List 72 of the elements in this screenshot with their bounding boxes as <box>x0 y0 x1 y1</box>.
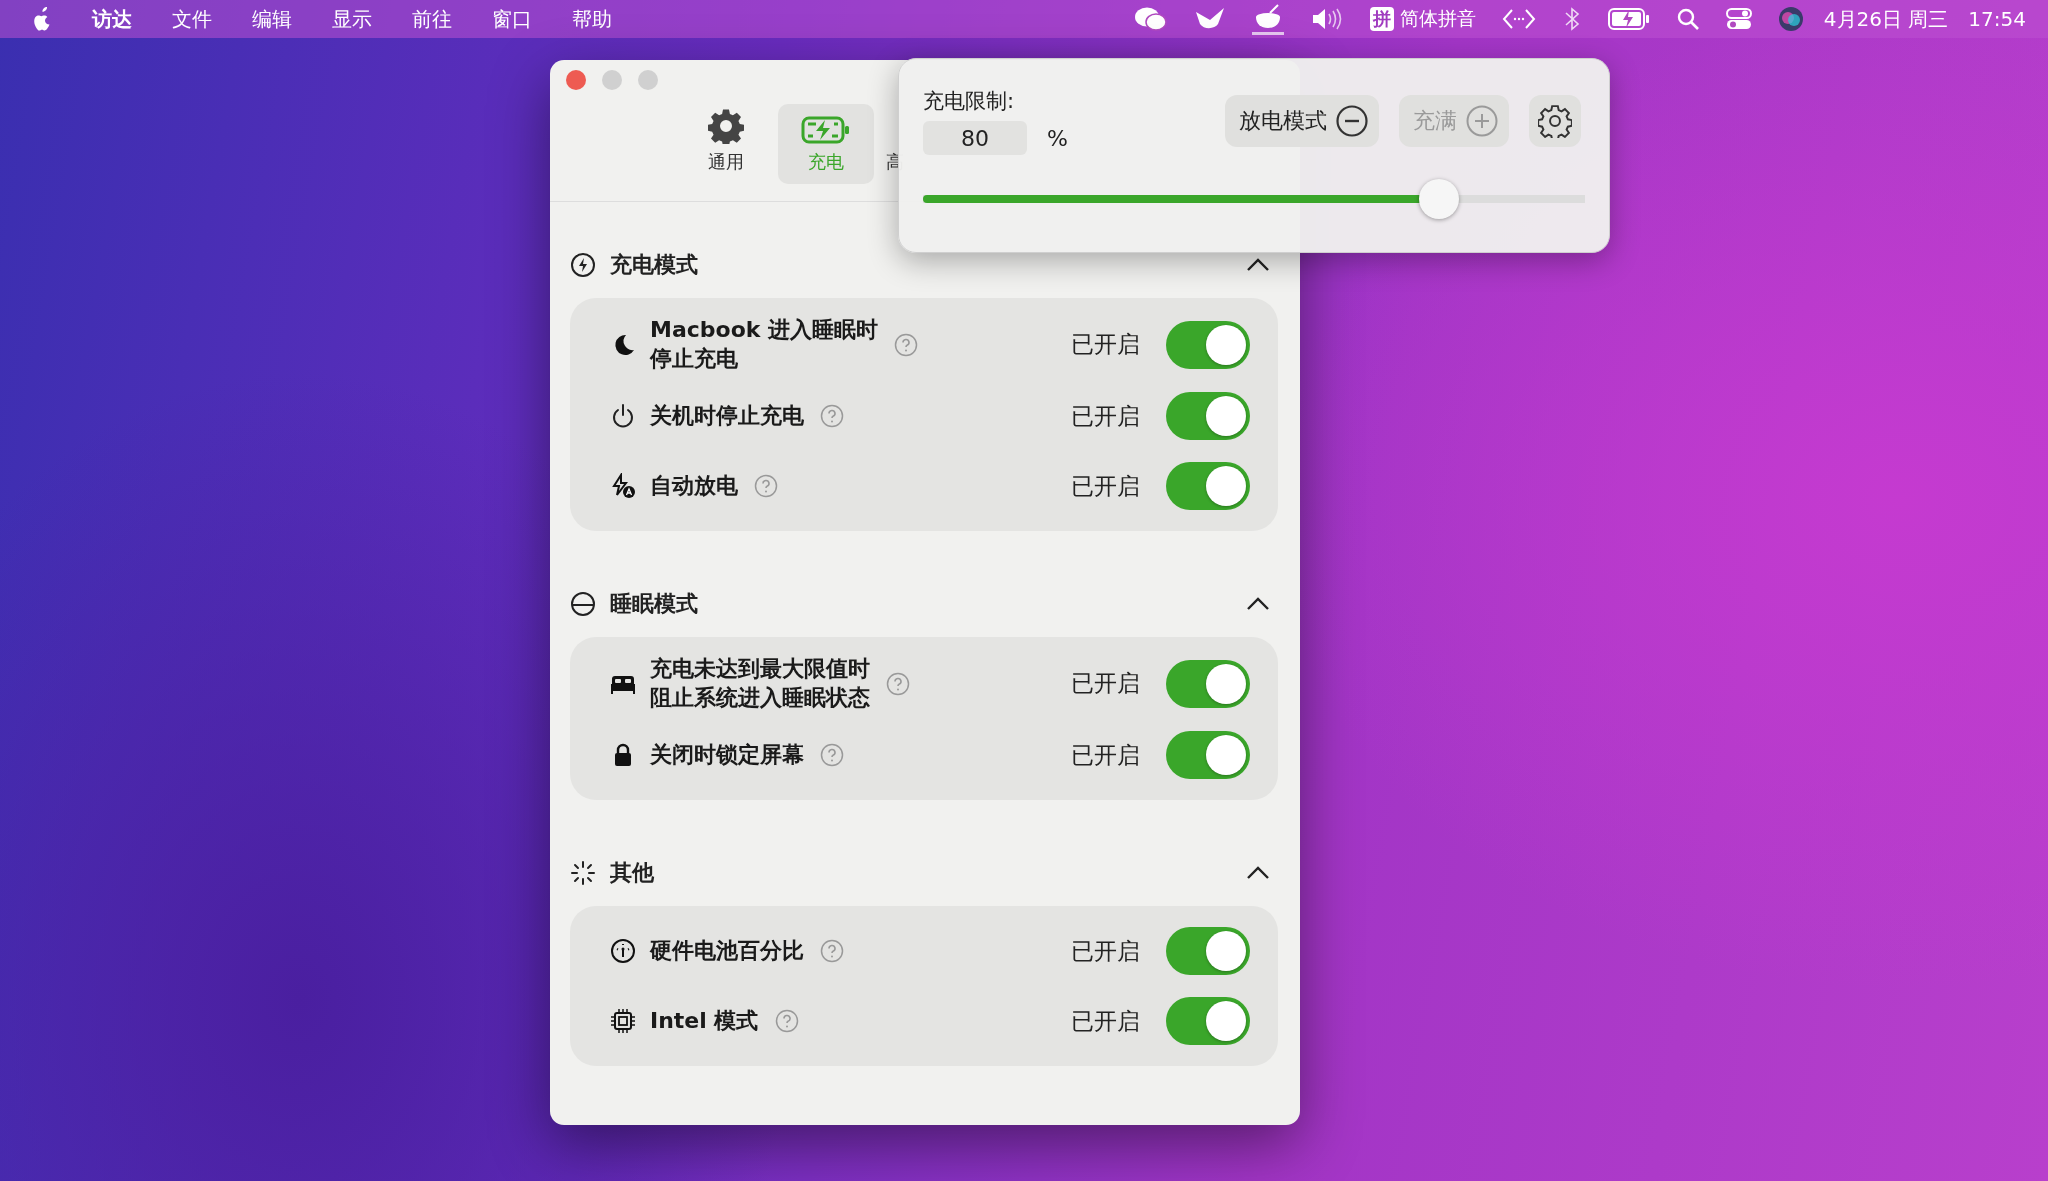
toggle-switch[interactable] <box>1166 731 1250 780</box>
bolt-a-icon <box>610 473 636 500</box>
chevron-up-icon[interactable] <box>1246 597 1270 612</box>
menu-item[interactable]: 文件 <box>172 5 212 33</box>
siri-icon[interactable] <box>1777 6 1804 32</box>
help-icon[interactable] <box>820 939 844 964</box>
menu-bar-date[interactable]: 4月26日 周三 <box>1823 5 1949 33</box>
gear-icon <box>708 108 744 144</box>
minus-circle-icon <box>1335 104 1369 138</box>
toggle-switch[interactable] <box>1166 997 1250 1046</box>
discharge-mode-button[interactable]: 放电模式 <box>1225 95 1379 147</box>
menu-item[interactable]: 显示 <box>332 5 372 33</box>
power-icon <box>610 403 636 430</box>
status-text: 已开启 <box>1071 936 1140 966</box>
search-icon[interactable] <box>1675 7 1700 31</box>
toggle-switch[interactable] <box>1166 392 1250 441</box>
section-title: 其他 <box>610 859 655 888</box>
toggle-switch[interactable] <box>1166 320 1250 369</box>
help-icon[interactable] <box>820 743 844 768</box>
status-text: 已开启 <box>1071 1006 1140 1036</box>
bowl-status-icon[interactable] <box>1251 3 1284 35</box>
charge-limit-label: 充电限制: <box>923 88 1016 115</box>
chat-bubbles-icon[interactable] <box>1133 6 1168 32</box>
input-method-menu[interactable]: 拼 简体拼音 <box>1369 6 1476 32</box>
control-center-icon[interactable] <box>1725 7 1752 31</box>
gauge-icon <box>610 938 636 965</box>
battery-charging-icon[interactable] <box>1607 8 1650 30</box>
status-text: 已开启 <box>1071 330 1140 360</box>
status-text: 已开启 <box>1071 669 1140 699</box>
chevron-up-icon[interactable] <box>1246 258 1270 272</box>
setting-label: Macbook 进入睡眠时 停止充电 <box>650 316 879 373</box>
setting-label: 关机时停止充电 <box>650 401 804 430</box>
close-button[interactable] <box>566 70 586 90</box>
toggle-switch[interactable] <box>1166 659 1250 708</box>
status-text: 已开启 <box>1071 401 1140 431</box>
help-icon[interactable] <box>886 671 910 696</box>
help-icon[interactable] <box>754 474 778 499</box>
status-text: 已开启 <box>1071 740 1140 770</box>
menu-item[interactable]: 访达 <box>92 5 132 33</box>
code-brackets-icon[interactable] <box>1501 7 1536 31</box>
settings-button[interactable] <box>1529 95 1581 147</box>
menu-bar-clock[interactable]: 17:54 <box>1968 7 2026 31</box>
section-title: 睡眠模式 <box>610 590 699 619</box>
help-icon[interactable] <box>894 332 919 357</box>
sparkle-icon <box>570 860 596 887</box>
battery-charging-icon <box>801 116 851 144</box>
help-icon[interactable] <box>820 404 844 429</box>
toggle-switch[interactable] <box>1166 462 1250 511</box>
setting-label: 自动放电 <box>650 471 738 500</box>
menu-item[interactable]: 帮助 <box>572 5 612 33</box>
menu-item[interactable]: 编辑 <box>252 5 292 33</box>
apple-logo-icon[interactable] <box>32 7 52 31</box>
menu-item[interactable]: 窗口 <box>492 5 532 33</box>
toolbar-tab[interactable]: 通用 <box>678 104 774 184</box>
slider-thumb[interactable] <box>1419 179 1460 219</box>
toggle-switch[interactable] <box>1166 927 1250 976</box>
chevron-up-icon[interactable] <box>1246 866 1270 881</box>
settings-icon <box>1538 104 1572 138</box>
help-icon[interactable] <box>774 1009 799 1034</box>
bolt-circle-icon <box>570 252 596 278</box>
setting-label: 充电未达到最大限值时 阻止系统进入睡眠状态 <box>650 655 870 712</box>
setting-label: 硬件电池百分比 <box>650 937 804 966</box>
section-title: 充电模式 <box>610 251 699 279</box>
menu-item[interactable]: 前往 <box>412 5 452 33</box>
status-text: 已开启 <box>1071 471 1140 501</box>
setting-label: Intel 模式 <box>650 1007 759 1036</box>
plus-circle-icon <box>1465 104 1499 138</box>
charge-limit-field[interactable]: 80 <box>923 121 1027 155</box>
chip-icon <box>610 1008 636 1035</box>
setting-label: 关闭时锁定屏幕 <box>650 741 804 770</box>
half-circle-icon <box>570 591 596 618</box>
percent-unit: % <box>1047 125 1068 151</box>
